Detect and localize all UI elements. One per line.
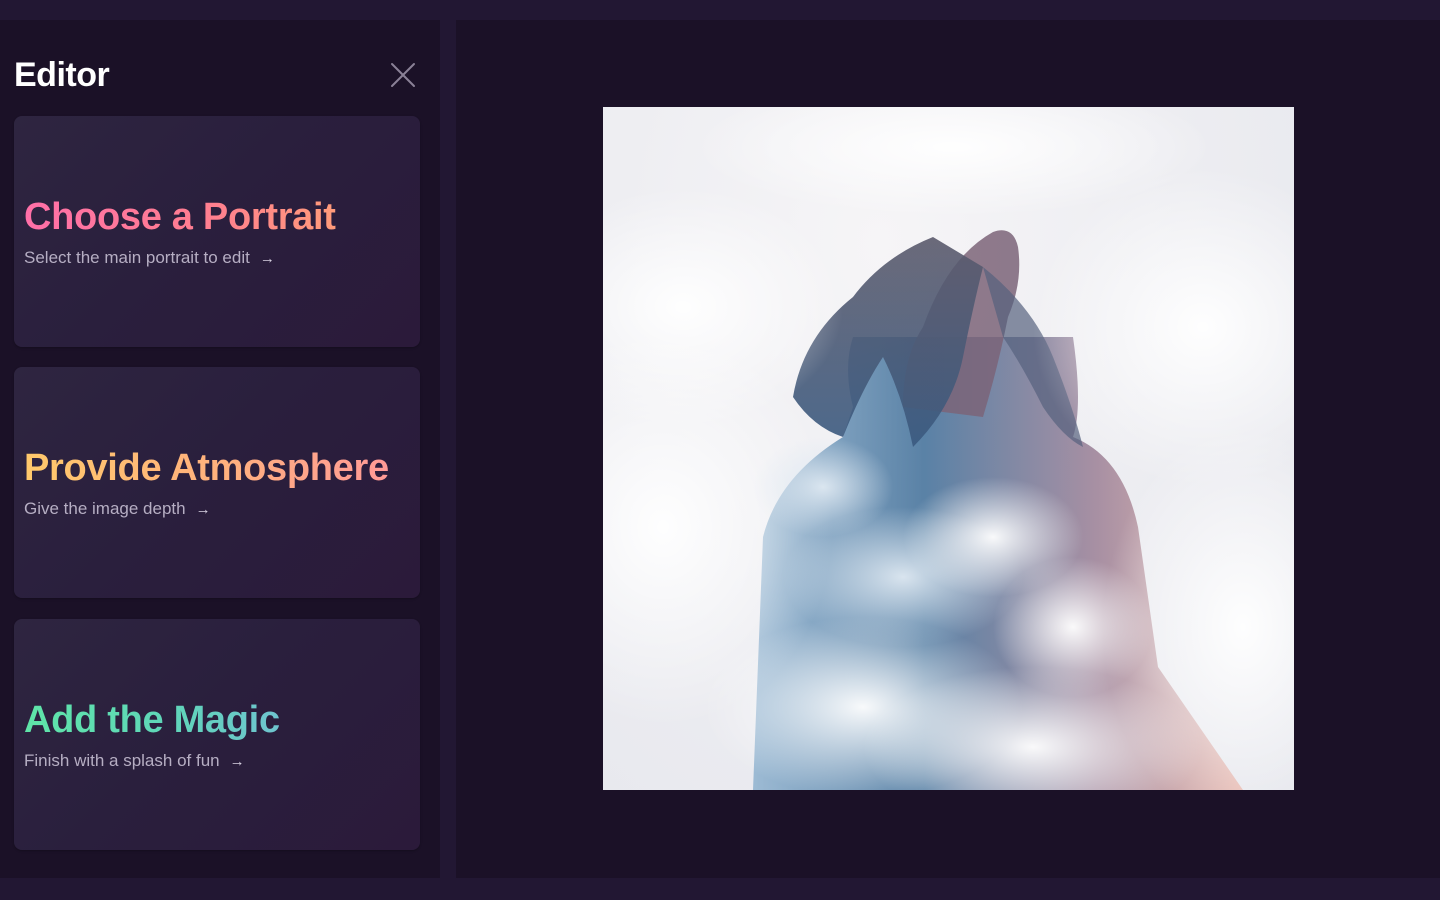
step-card-provide-atmosphere[interactable]: Provide Atmosphere Give the image depth … bbox=[14, 367, 420, 598]
step-card-title: Provide Atmosphere bbox=[24, 447, 389, 489]
sidebar-title: Editor bbox=[14, 56, 110, 94]
step-card-subtitle-text: Give the image depth bbox=[24, 499, 186, 518]
portrait-illustration bbox=[603, 107, 1294, 790]
step-card-title: Add the Magic bbox=[24, 699, 280, 741]
canvas-area bbox=[456, 20, 1440, 878]
arrow-right-icon: → bbox=[259, 249, 275, 267]
step-card-add-magic[interactable]: Add the Magic Finish with a splash of fu… bbox=[14, 619, 420, 850]
close-button[interactable] bbox=[388, 60, 418, 90]
arrow-right-icon: → bbox=[229, 752, 245, 770]
step-card-title: Choose a Portrait bbox=[24, 196, 336, 238]
step-card-subtitle: Select the main portrait to edit → bbox=[24, 248, 275, 268]
editor-sidebar: Editor Choose a Portrait Select the main… bbox=[0, 20, 440, 878]
step-card-choose-portrait[interactable]: Choose a Portrait Select the main portra… bbox=[14, 116, 420, 347]
step-card-subtitle: Finish with a splash of fun → bbox=[24, 751, 245, 771]
step-card-subtitle-text: Finish with a splash of fun bbox=[24, 751, 220, 770]
editor-app: Editor Choose a Portrait Select the main… bbox=[0, 0, 1440, 900]
arrow-right-icon: → bbox=[195, 500, 211, 518]
step-card-subtitle-text: Select the main portrait to edit bbox=[24, 248, 250, 267]
step-card-subtitle: Give the image depth → bbox=[24, 499, 211, 519]
portrait-image[interactable] bbox=[603, 107, 1294, 790]
close-icon bbox=[391, 63, 415, 87]
